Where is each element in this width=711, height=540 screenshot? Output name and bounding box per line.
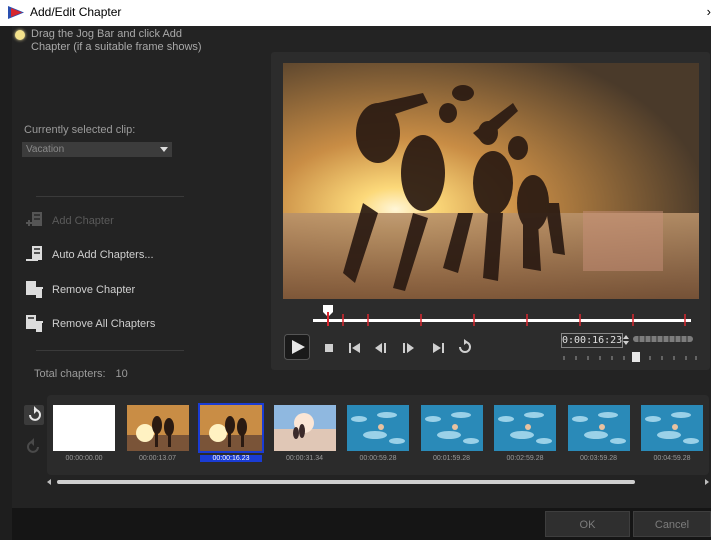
chapter-thumbnail-time: 00:00:16.23 (200, 455, 262, 462)
auto-add-chapters-label: Auto Add Chapters... (52, 249, 154, 261)
chapter-thumbnail[interactable] (494, 405, 556, 451)
timecode-spinner-icon[interactable] (623, 335, 629, 345)
trash-all-icon (26, 315, 43, 332)
app-logo-icon (8, 6, 24, 19)
chapter-thumbnail-time: 00:00:00.00 (65, 455, 103, 462)
stop-icon[interactable] (323, 342, 335, 354)
remove-chapter-label: Remove Chapter (52, 284, 136, 296)
cancel-button[interactable]: Cancel (633, 511, 711, 537)
chapter-thumbnail[interactable] (347, 405, 409, 451)
volume-meter (633, 336, 693, 342)
hint-text: Drag the Jog Bar and click Add Chapter (… (15, 28, 211, 54)
divider (36, 196, 184, 197)
lightbulb-icon (15, 30, 25, 40)
skip-end-icon[interactable] (431, 342, 445, 354)
divider (36, 350, 184, 351)
chapter-thumbnail-time: 00:00:31.34 (286, 455, 323, 462)
chapter-thumbnail-time: 00:04:59.28 (653, 455, 691, 462)
window-titlebar: Add/Edit Chapter › (0, 0, 711, 26)
total-chapters-label: Total chapters: (34, 368, 106, 380)
total-chapters: Total chapters: 10 (34, 368, 128, 380)
jog-bar-handle[interactable] (322, 304, 334, 326)
chapter-thumbnail[interactable] (273, 405, 336, 451)
shuttle-slider[interactable] (560, 350, 700, 364)
add-chapter-label: Add Chapter (52, 215, 114, 227)
chapter-thumbnail[interactable] (198, 403, 264, 453)
hint-label: Drag the Jog Bar and click Add Chapter (… (31, 28, 202, 53)
trash-icon (26, 281, 43, 298)
next-frame-icon[interactable] (401, 342, 415, 354)
play-button[interactable] (284, 334, 310, 360)
chapter-thumbnail-time: 00:01:59.28 (433, 455, 470, 462)
chapter-filmstrip: 00:00:00.00 00:00:13.07 00:00:16.23 00:00:3… (47, 395, 709, 475)
selected-clip-label: Currently selected clip: (24, 124, 136, 136)
chevron-down-icon (160, 147, 168, 152)
chapter-thumbnail[interactable] (567, 405, 630, 451)
ok-button[interactable]: OK (545, 511, 630, 537)
clip-dropdown[interactable]: Vacation (22, 142, 172, 157)
skip-start-icon[interactable] (348, 342, 362, 354)
chapter-thumbnail[interactable] (641, 405, 703, 451)
total-chapters-count: 10 (115, 368, 128, 380)
window-title: Add/Edit Chapter (30, 5, 122, 19)
close-icon[interactable]: › (707, 4, 711, 19)
chapter-thumbnail-time: 00:00:13.07 (139, 455, 176, 462)
chapter-thumbnail-time: 00:02:59.28 (506, 455, 544, 462)
remove-all-chapters-label: Remove All Chapters (52, 318, 156, 330)
horizontal-scrollbar[interactable] (47, 478, 709, 486)
auto-add-chapters-icon (26, 246, 42, 261)
chapter-thumbnail[interactable] (53, 405, 115, 451)
previous-frame-icon[interactable] (374, 342, 388, 354)
timecode-display[interactable]: 0:00:16:23 (561, 333, 623, 348)
chapter-thumbnail-time: 00:00:59.28 (359, 455, 397, 462)
chapter-thumbnail[interactable] (126, 405, 189, 451)
chapter-thumbnail-time: 00:03:59.28 (580, 455, 617, 462)
redo-button[interactable] (24, 437, 44, 457)
video-preview (283, 63, 699, 299)
undo-button[interactable] (24, 405, 44, 425)
add-chapter-icon (26, 212, 42, 226)
repeat-icon[interactable] (457, 339, 473, 355)
chapter-thumbnail[interactable] (420, 405, 483, 451)
video-player: 0:00:16:23 (271, 52, 710, 370)
clip-dropdown-value: Vacation (26, 144, 65, 155)
chapter-markers (342, 314, 686, 326)
